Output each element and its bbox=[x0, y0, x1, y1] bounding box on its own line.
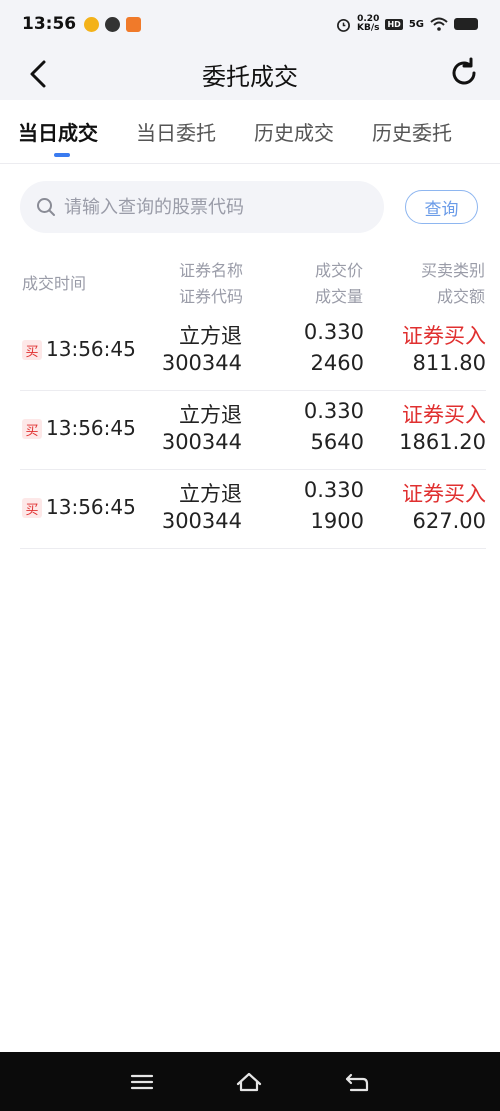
refresh-icon[interactable] bbox=[446, 55, 482, 91]
tab-today-trades[interactable]: 当日成交 bbox=[18, 117, 98, 157]
page-title: 委托成交 bbox=[202, 62, 298, 91]
table-row[interactable]: 买 13:56:45 立方退 300344 0.330 2460 证券买入 81… bbox=[20, 312, 486, 391]
back-nav-icon[interactable] bbox=[343, 1070, 371, 1094]
tab-label: 当日成交 bbox=[18, 121, 98, 145]
net-speed: 0.20 KB/s bbox=[357, 15, 379, 33]
trade-amount: 811.80 bbox=[412, 351, 486, 375]
app-badge-icon bbox=[126, 16, 142, 32]
header-trade-price: 成交价 bbox=[314, 261, 363, 280]
message-notification-icon bbox=[105, 16, 121, 32]
search-input[interactable] bbox=[64, 196, 354, 218]
hd-icon: HD bbox=[385, 18, 403, 30]
tab-label: 历史成交 bbox=[254, 121, 334, 145]
header-price-volume: 成交价 成交量 bbox=[315, 258, 363, 310]
trade-price: 0.330 bbox=[303, 320, 364, 344]
battery-icon bbox=[454, 18, 478, 30]
header-name-code: 证券名称 证券代码 bbox=[179, 258, 243, 310]
search-icon bbox=[37, 198, 55, 216]
trade-volume: 1900 bbox=[310, 509, 364, 533]
page-header: 委托成交 bbox=[0, 48, 500, 100]
status-right: 0.20 KB/s HD 5G bbox=[336, 15, 478, 33]
trade-price: 0.330 bbox=[303, 399, 364, 423]
header-trade-amount: 成交额 bbox=[436, 287, 485, 306]
tab-label: 当日委托 bbox=[136, 121, 216, 145]
active-tab-indicator bbox=[54, 153, 70, 157]
trade-time: 13:56:45 bbox=[46, 495, 136, 519]
trade-list: 买 13:56:45 立方退 300344 0.330 2460 证券买入 81… bbox=[20, 312, 486, 549]
table-row[interactable]: 买 13:56:45 立方退 300344 0.330 5640 证券买入 18… bbox=[20, 391, 486, 470]
signal-icon: 5G bbox=[408, 18, 424, 30]
query-button[interactable]: 查询 bbox=[405, 190, 478, 224]
security-code: 300344 bbox=[161, 430, 242, 454]
status-time: 13:56 bbox=[22, 14, 77, 34]
header-security-code: 证券代码 bbox=[178, 287, 243, 306]
header-trade-volume: 成交量 bbox=[314, 287, 363, 306]
table-header: 成交时间 证券名称 证券代码 成交价 成交量 买卖类别 成交额 bbox=[0, 254, 500, 310]
trade-type: 证券买入 bbox=[402, 324, 486, 348]
trade-time: 13:56:45 bbox=[46, 337, 136, 361]
security-name: 立方退 bbox=[179, 324, 242, 348]
alarm-icon bbox=[337, 18, 350, 32]
menu-icon[interactable] bbox=[129, 1071, 155, 1093]
header-type-amount: 买卖类别 成交额 bbox=[421, 258, 485, 310]
security-code: 300344 bbox=[161, 509, 242, 533]
trade-amount: 1861.20 bbox=[399, 430, 486, 454]
tab-today-orders[interactable]: 当日委托 bbox=[136, 117, 216, 146]
header-trade-type: 买卖类别 bbox=[420, 261, 485, 280]
search-box[interactable] bbox=[20, 181, 384, 233]
tab-history-orders[interactable]: 历史委托 bbox=[372, 117, 452, 146]
tab-history-trades[interactable]: 历史成交 bbox=[254, 117, 334, 146]
security-code: 300344 bbox=[161, 351, 242, 375]
status-bar: 13:56 0.20 KB/s HD 5G bbox=[0, 0, 500, 48]
tab-label: 历史委托 bbox=[372, 121, 452, 145]
notification-icons bbox=[84, 16, 142, 32]
search-row: 查询 bbox=[20, 181, 480, 233]
header-security-name: 证券名称 bbox=[178, 261, 243, 280]
security-name: 立方退 bbox=[179, 403, 242, 427]
header-trade-time: 成交时间 bbox=[22, 274, 87, 293]
trade-volume: 2460 bbox=[310, 351, 364, 375]
trade-price: 0.330 bbox=[303, 478, 364, 502]
table-row[interactable]: 买 13:56:45 立方退 300344 0.330 1900 证券买入 62… bbox=[20, 470, 486, 549]
trade-time: 13:56:45 bbox=[46, 416, 136, 440]
back-arrow-icon[interactable] bbox=[22, 56, 58, 92]
buy-badge: 买 bbox=[22, 419, 42, 439]
trade-type: 证券买入 bbox=[402, 482, 486, 506]
system-nav-bar bbox=[0, 1052, 500, 1111]
wifi-icon bbox=[430, 17, 448, 31]
buy-badge: 买 bbox=[22, 340, 42, 360]
home-icon[interactable] bbox=[235, 1070, 263, 1094]
trade-volume: 5640 bbox=[310, 430, 364, 454]
app-notification-icon bbox=[84, 16, 100, 32]
net-speed-unit: KB/s bbox=[357, 23, 380, 33]
buy-badge: 买 bbox=[22, 498, 42, 518]
tab-bar: 当日成交 当日委托 历史成交 历史委托 bbox=[0, 100, 500, 164]
security-name: 立方退 bbox=[179, 482, 242, 506]
trade-amount: 627.00 bbox=[412, 509, 486, 533]
trade-type: 证券买入 bbox=[402, 403, 486, 427]
